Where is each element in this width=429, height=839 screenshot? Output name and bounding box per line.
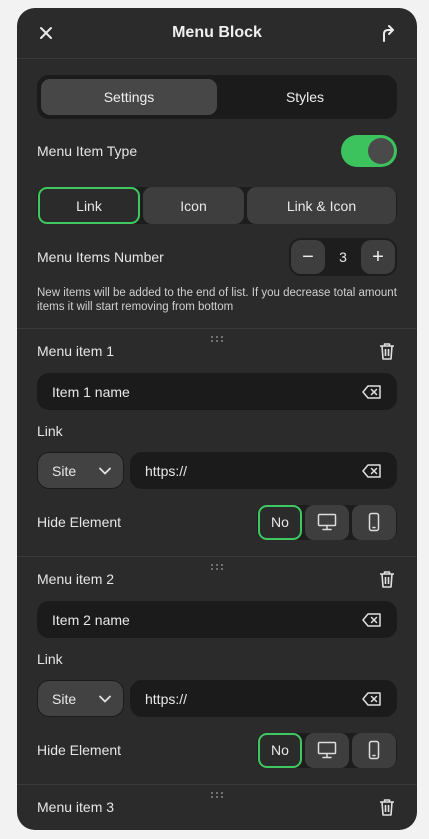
drag-handle-icon[interactable]: [210, 792, 224, 798]
menu-item-section: Menu item 1 Item 1 name Link Site https:…: [17, 328, 417, 540]
url-value: https://: [145, 690, 188, 707]
clear-input-icon[interactable]: [362, 384, 382, 399]
menu-block-panel: Menu Block Settings Styles Menu Item Typ…: [17, 8, 417, 830]
hide-element-label: Hide Element: [37, 742, 122, 758]
settings-styles-tabs: Settings Styles: [37, 75, 397, 119]
desktop-icon[interactable]: [305, 732, 349, 768]
link-type-value: Site: [52, 690, 77, 707]
decrement-button[interactable]: −: [291, 240, 325, 274]
hide-element-options: No: [257, 504, 397, 540]
items-number-stepper: − 3 +: [289, 238, 397, 276]
menu-item-title: Menu item 1: [37, 343, 115, 359]
chevron-down-icon: [99, 695, 111, 703]
type-option-link-and-icon[interactable]: Link & Icon: [247, 187, 396, 224]
menu-item-section: Menu item 3: [17, 784, 417, 829]
item-name-input[interactable]: Item 1 name: [37, 373, 397, 410]
close-icon[interactable]: [34, 21, 58, 45]
menu-item-title: Menu item 3: [37, 799, 115, 815]
url-input[interactable]: https://: [130, 680, 397, 717]
menu-item-section: Menu item 2 Item 2 name Link Site https:…: [17, 556, 417, 768]
trash-icon[interactable]: [377, 569, 397, 589]
menu-item-type-options: Link Icon Link & Icon: [37, 187, 397, 224]
drag-handle-icon[interactable]: [210, 564, 224, 570]
desktop-icon[interactable]: [305, 504, 349, 540]
url-value: https://: [145, 462, 188, 479]
clear-input-icon[interactable]: [362, 691, 382, 706]
items-number-value: 3: [339, 249, 347, 265]
panel-title: Menu Block: [172, 24, 262, 41]
type-option-link[interactable]: Link: [38, 187, 140, 224]
link-type-select[interactable]: Site: [37, 680, 124, 717]
item-name-input[interactable]: Item 2 name: [37, 601, 397, 638]
menu-items-number-label: Menu Items Number: [37, 249, 164, 265]
clear-input-icon[interactable]: [362, 463, 382, 478]
hide-option-no[interactable]: No: [258, 504, 302, 540]
chevron-down-icon: [99, 467, 111, 475]
type-option-icon[interactable]: Icon: [143, 187, 244, 224]
tab-styles[interactable]: Styles: [217, 79, 393, 115]
hide-element-options: No: [257, 732, 397, 768]
item-name-value: Item 2 name: [52, 611, 130, 628]
menu-item-type-toggle[interactable]: [341, 135, 397, 167]
menu-item-type-label: Menu Item Type: [37, 143, 138, 159]
tab-settings[interactable]: Settings: [41, 79, 217, 115]
item-name-value: Item 1 name: [52, 383, 130, 400]
mobile-icon[interactable]: [352, 732, 396, 768]
toggle-knob: [368, 138, 394, 164]
link-label: Link: [37, 423, 63, 439]
pin-icon[interactable]: [376, 21, 400, 45]
mobile-icon[interactable]: [352, 504, 396, 540]
drag-handle-icon[interactable]: [210, 336, 224, 342]
link-type-select[interactable]: Site: [37, 452, 124, 489]
panel-header: Menu Block: [17, 8, 417, 59]
hide-option-no[interactable]: No: [258, 732, 302, 768]
increment-button[interactable]: +: [360, 240, 395, 274]
hide-element-label: Hide Element: [37, 514, 122, 530]
link-label: Link: [37, 651, 63, 667]
clear-input-icon[interactable]: [362, 612, 382, 627]
trash-icon[interactable]: [377, 341, 397, 361]
url-input[interactable]: https://: [130, 452, 397, 489]
menu-item-title: Menu item 2: [37, 571, 115, 587]
items-number-hint: New items will be added to the end of li…: [37, 287, 397, 313]
link-type-value: Site: [52, 462, 77, 479]
trash-icon[interactable]: [377, 797, 397, 817]
